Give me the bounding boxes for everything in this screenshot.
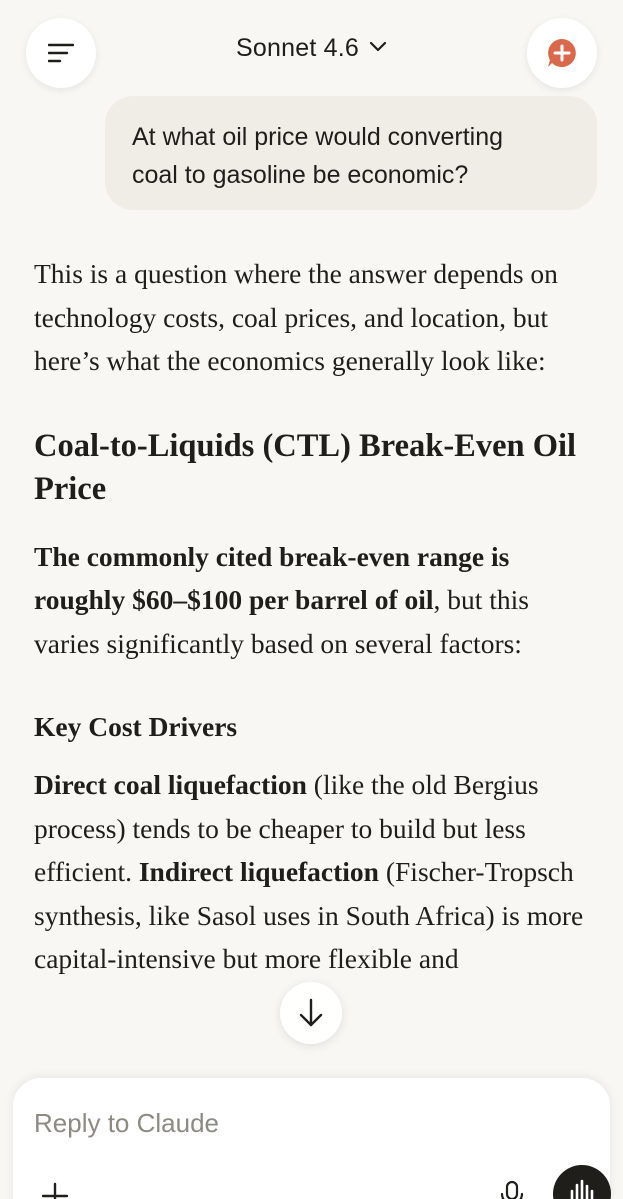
user-message-bubble: At what oil price would converting coal … (105, 96, 597, 210)
microphone-icon[interactable] (497, 1178, 527, 1199)
reply-input[interactable] (34, 1108, 534, 1139)
reply-composer (13, 1078, 611, 1199)
plus-icon[interactable] (37, 1178, 73, 1199)
voice-waveform-icon (570, 1179, 594, 1199)
new-chat-button[interactable] (527, 18, 597, 88)
assistant-response: This is a question where the answer depe… (34, 252, 594, 981)
voice-mode-button[interactable] (553, 1165, 611, 1199)
direct-liquefaction-bold: Direct coal liquefaction (34, 769, 307, 800)
arrow-down-icon (299, 998, 323, 1027)
response-subheading: Key Cost Drivers (34, 711, 238, 742)
response-heading: Coal-to-Liquids (CTL) Break-Even Oil Pri… (34, 427, 577, 507)
chevron-down-icon (369, 42, 387, 52)
new-chat-plus-icon (548, 39, 576, 67)
top-bar: Sonnet 4.6 (0, 0, 623, 100)
model-name: Sonnet 4.6 (236, 34, 359, 62)
cost-drivers-paragraph: Direct coal liquefaction (like the old B… (34, 763, 594, 981)
user-message-line: coal to gasoline be economic? (132, 161, 469, 189)
indirect-liquefaction-bold: Indirect liquefaction (138, 856, 379, 887)
response-intro: This is a question where the answer depe… (34, 258, 558, 376)
break-even-paragraph: The commonly cited break-even range is r… (34, 535, 594, 666)
user-message-line: At what oil price would converting (132, 123, 504, 151)
scroll-to-bottom-button[interactable] (280, 982, 342, 1044)
